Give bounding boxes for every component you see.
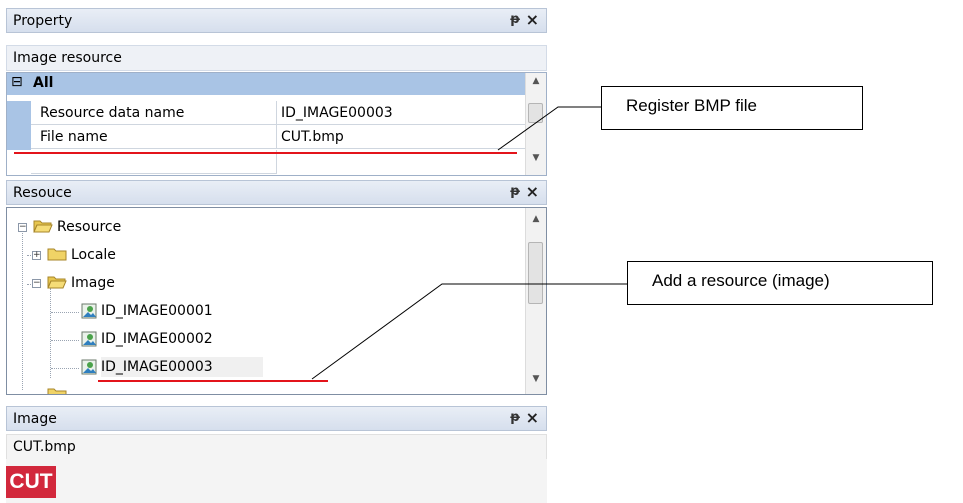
callout-leader-lines [311,106,627,380]
callout-text: Add a resource (image) [652,271,830,290]
callout-text: Register BMP file [626,96,758,115]
callout-add-resource: Add a resource (image) [627,261,933,305]
callout-register-bmp: Register BMP file [601,86,863,130]
